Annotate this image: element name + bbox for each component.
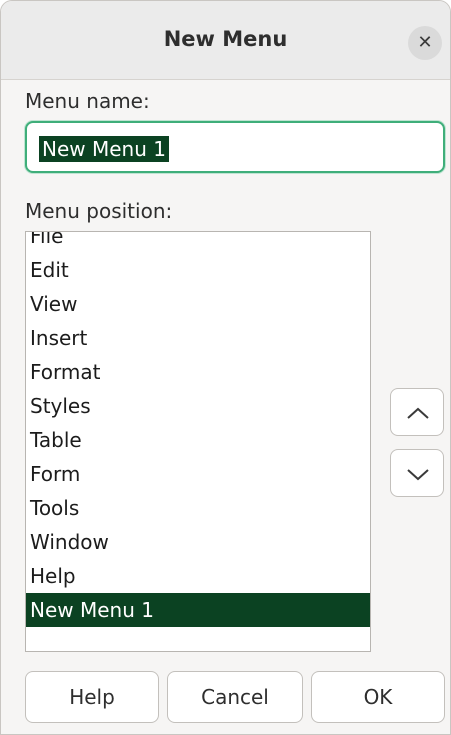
cancel-button[interactable]: Cancel [167,671,303,723]
menu-position-list[interactable]: File Edit View Insert Format Styles Table Form T… [25,231,371,652]
dialog-title: New Menu [163,27,288,51]
list-item[interactable]: File [26,232,370,253]
list-item[interactable]: View [26,287,370,321]
menu-name-input[interactable]: New Menu 1 [25,121,445,173]
list-item[interactable]: Format [26,355,370,389]
list-item[interactable]: Table [26,423,370,457]
menu-position-items: File Edit View Insert Format Styles Table Form T… [26,232,370,627]
list-item[interactable]: New Menu 1 [26,593,370,627]
list-item[interactable]: Edit [26,253,370,287]
move-down-button[interactable] [390,449,444,497]
close-button[interactable]: ✕ [408,26,442,60]
move-up-button[interactable] [390,388,444,436]
list-item[interactable]: Styles [26,389,370,423]
menu-name-input-value: New Menu 1 [39,136,169,162]
chevron-down-icon [407,469,429,481]
list-item[interactable]: Tools [26,491,370,525]
list-item[interactable]: Window [26,525,370,559]
title-bar: New Menu ✕ [1,1,450,80]
list-item[interactable]: Form [26,457,370,491]
new-menu-dialog: New Menu ✕ Menu name: New Menu 1 Menu po… [0,0,451,735]
chevron-up-icon [407,407,429,419]
ok-button[interactable]: OK [311,671,445,723]
help-button[interactable]: Help [25,671,159,723]
list-item[interactable]: Insert [26,321,370,355]
close-icon: ✕ [417,32,433,53]
menu-name-label: Menu name: [25,89,150,113]
list-item[interactable]: Help [26,559,370,593]
menu-position-label: Menu position: [25,199,173,223]
